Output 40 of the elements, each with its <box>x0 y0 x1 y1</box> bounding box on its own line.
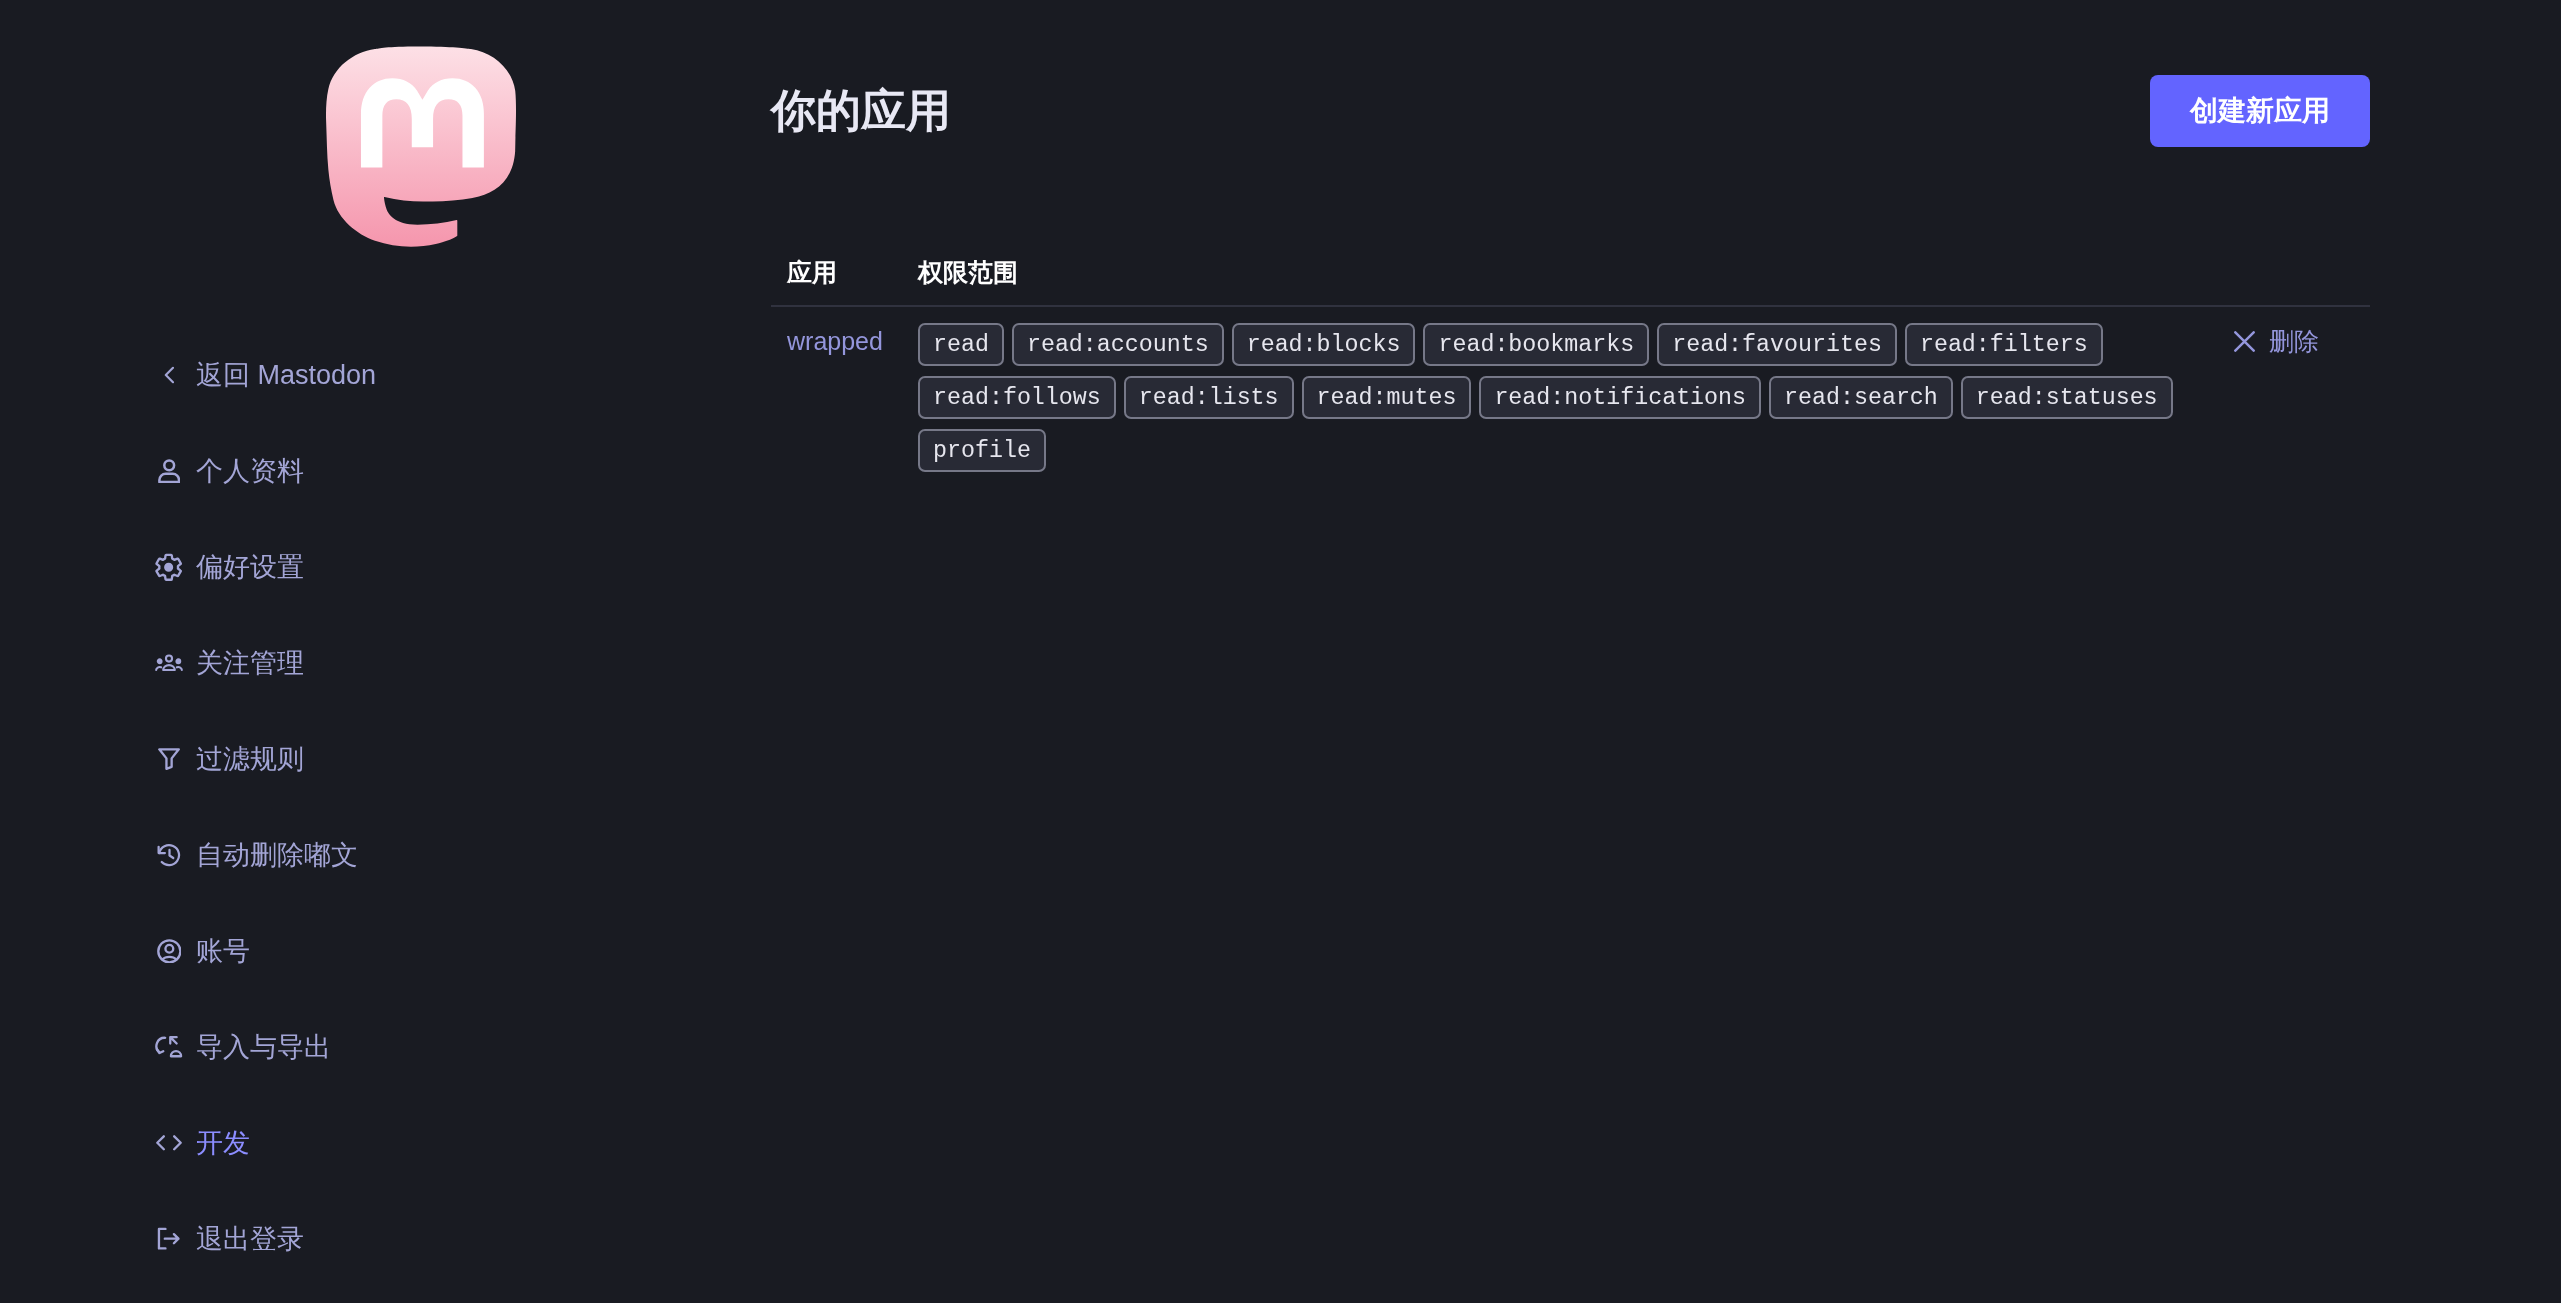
scope-tag: read:search <box>1769 376 1953 419</box>
scope-tag: read:favourites <box>1657 323 1897 366</box>
nav-link[interactable]: 自动删除嘟文 <box>155 838 358 872</box>
nav-link[interactable]: 导入与导出 <box>155 1030 331 1064</box>
app-name-link[interactable]: wrapped <box>787 323 883 359</box>
user-circle-icon <box>156 938 182 964</box>
history-icon <box>156 842 182 868</box>
nav-link[interactable]: 关注管理 <box>155 646 304 680</box>
scope-tag: profile <box>918 429 1046 472</box>
delete-link[interactable]: 删除 <box>2234 323 2319 359</box>
nav-link[interactable]: 账号 <box>155 934 250 968</box>
create-app-button[interactable]: 创建新应用 <box>2150 75 2370 147</box>
column-header: 权限范围 <box>918 258 1018 286</box>
scope-tag: read:blocks <box>1231 323 1416 366</box>
chevron-left-icon <box>163 366 175 384</box>
funnel-icon <box>157 747 181 771</box>
person-icon <box>157 458 181 484</box>
nav-link[interactable]: 退出登录 <box>155 1222 304 1256</box>
scope-tag: read:mutes <box>1301 376 1472 419</box>
scope-tag: read:bookmarks <box>1423 323 1650 366</box>
scope-tag: read:accounts <box>1011 323 1224 366</box>
scope-tag: read:follows <box>918 376 1116 419</box>
scope-tag: read:notifications <box>1479 376 1762 419</box>
nav-link[interactable]: 开发 <box>155 1126 250 1160</box>
nav-link[interactable]: 个人资料 <box>155 454 304 488</box>
x-icon <box>2234 330 2255 352</box>
column-header: 应用 <box>787 258 837 286</box>
gear-icon <box>155 552 183 582</box>
logout-icon <box>157 1227 181 1251</box>
nav-link[interactable]: 偏好设置 <box>155 550 304 584</box>
scope-tag: read:statuses <box>1960 376 2173 419</box>
people-icon <box>155 654 183 672</box>
arrows-icon <box>155 1035 183 1059</box>
nav-link[interactable]: 返回 Mastodon <box>155 358 377 392</box>
code-icon <box>156 1135 182 1151</box>
page-title: 你的应用 <box>771 84 951 138</box>
scope-tag: read:lists <box>1123 376 1294 419</box>
nav-link[interactable]: 过滤规则 <box>155 742 304 776</box>
scope-tag: read:filters <box>1904 323 2103 366</box>
scope-tag: read <box>918 323 1004 366</box>
